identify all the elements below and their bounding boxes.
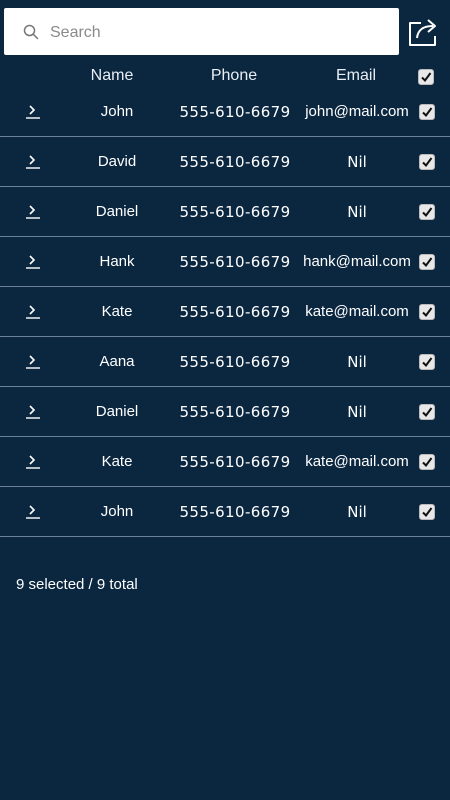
chevron-right-icon[interactable] bbox=[25, 502, 41, 520]
select-all-checkbox[interactable] bbox=[418, 69, 434, 85]
contact-email: Nil bbox=[347, 503, 367, 521]
column-header-email: Email bbox=[335, 67, 376, 84]
contact-email: hank@mail.com bbox=[303, 253, 411, 270]
selection-status: 9 selected / 9 total bbox=[16, 576, 138, 593]
checkmark-icon bbox=[422, 107, 433, 118]
chevron-right-icon[interactable] bbox=[25, 352, 41, 370]
checkmark-icon bbox=[422, 257, 433, 268]
contact-phone: 555-610-6679 bbox=[179, 403, 291, 421]
table-row[interactable]: Hank 555-610-6679 hank@mail.com bbox=[0, 237, 450, 287]
contact-name: Kate bbox=[101, 303, 133, 320]
table-row[interactable]: Kate 555-610-6679 kate@mail.com bbox=[0, 287, 450, 337]
checkmark-icon bbox=[422, 207, 433, 218]
contact-phone: 555-610-6679 bbox=[179, 453, 291, 471]
contact-phone: 555-610-6679 bbox=[179, 253, 291, 271]
table-row[interactable]: John 555-610-6679 Nil bbox=[0, 487, 450, 537]
checkmark-icon bbox=[422, 307, 433, 318]
contact-name: Hank bbox=[99, 253, 135, 270]
share-button[interactable] bbox=[405, 14, 442, 48]
column-header-phone: Phone bbox=[210, 67, 258, 84]
chevron-right-icon[interactable] bbox=[25, 202, 41, 220]
contact-list: John 555-610-6679 john@mail.com David 555-61… bbox=[0, 87, 450, 537]
contact-name: David bbox=[97, 153, 137, 170]
search-icon bbox=[23, 24, 39, 40]
contact-name: John bbox=[100, 103, 134, 120]
contact-email: kate@mail.com bbox=[305, 303, 409, 320]
row-checkbox[interactable] bbox=[419, 404, 435, 420]
contact-email: Nil bbox=[347, 203, 367, 221]
row-checkbox[interactable] bbox=[419, 454, 435, 470]
checkmark-icon bbox=[422, 407, 433, 418]
row-checkbox[interactable] bbox=[419, 354, 435, 370]
chevron-right-icon[interactable] bbox=[25, 402, 41, 420]
chevron-right-icon[interactable] bbox=[25, 452, 41, 470]
row-checkbox[interactable] bbox=[419, 304, 435, 320]
table-row[interactable]: Aana 555-610-6679 Nil bbox=[0, 337, 450, 387]
contact-phone: 555-610-6679 bbox=[179, 153, 291, 171]
chevron-right-icon[interactable] bbox=[25, 302, 41, 320]
contact-email: kate@mail.com bbox=[305, 453, 409, 470]
checkmark-icon bbox=[422, 357, 433, 368]
row-checkbox[interactable] bbox=[419, 154, 435, 170]
contact-phone: 555-610-6679 bbox=[179, 103, 291, 121]
contact-name: Aana bbox=[99, 353, 135, 370]
search-input[interactable] bbox=[48, 18, 392, 47]
row-checkbox[interactable] bbox=[419, 104, 435, 120]
checkmark-icon bbox=[421, 72, 432, 83]
checkmark-icon bbox=[422, 507, 433, 518]
checkmark-icon bbox=[422, 157, 433, 168]
table-row[interactable]: Daniel 555-610-6679 Nil bbox=[0, 387, 450, 437]
contact-phone: 555-610-6679 bbox=[179, 503, 291, 521]
chevron-right-icon[interactable] bbox=[25, 252, 41, 270]
contact-name: John bbox=[100, 503, 134, 520]
contact-email: Nil bbox=[347, 353, 367, 371]
row-checkbox[interactable] bbox=[419, 504, 435, 520]
table-row[interactable]: David 555-610-6679 Nil bbox=[0, 137, 450, 187]
table-row[interactable]: John 555-610-6679 john@mail.com bbox=[0, 87, 450, 137]
contact-phone: 555-610-6679 bbox=[179, 303, 291, 321]
contact-phone: 555-610-6679 bbox=[179, 353, 291, 371]
column-header-name: Name bbox=[90, 67, 134, 84]
table-row[interactable]: Daniel 555-610-6679 Nil bbox=[0, 187, 450, 237]
search-bar bbox=[4, 8, 399, 55]
contact-name: Daniel bbox=[95, 403, 139, 420]
checkmark-icon bbox=[422, 457, 433, 468]
chevron-right-icon[interactable] bbox=[25, 102, 41, 120]
contact-phone: 555-610-6679 bbox=[179, 203, 291, 221]
contact-name: Daniel bbox=[95, 203, 139, 220]
chevron-right-icon[interactable] bbox=[25, 152, 41, 170]
contact-email: Nil bbox=[347, 153, 367, 171]
row-checkbox[interactable] bbox=[419, 204, 435, 220]
contact-name: Kate bbox=[101, 453, 133, 470]
table-row[interactable]: Kate 555-610-6679 kate@mail.com bbox=[0, 437, 450, 487]
share-icon bbox=[409, 19, 436, 46]
contact-email: john@mail.com bbox=[305, 103, 409, 120]
row-checkbox[interactable] bbox=[419, 254, 435, 270]
contact-email: Nil bbox=[347, 403, 367, 421]
